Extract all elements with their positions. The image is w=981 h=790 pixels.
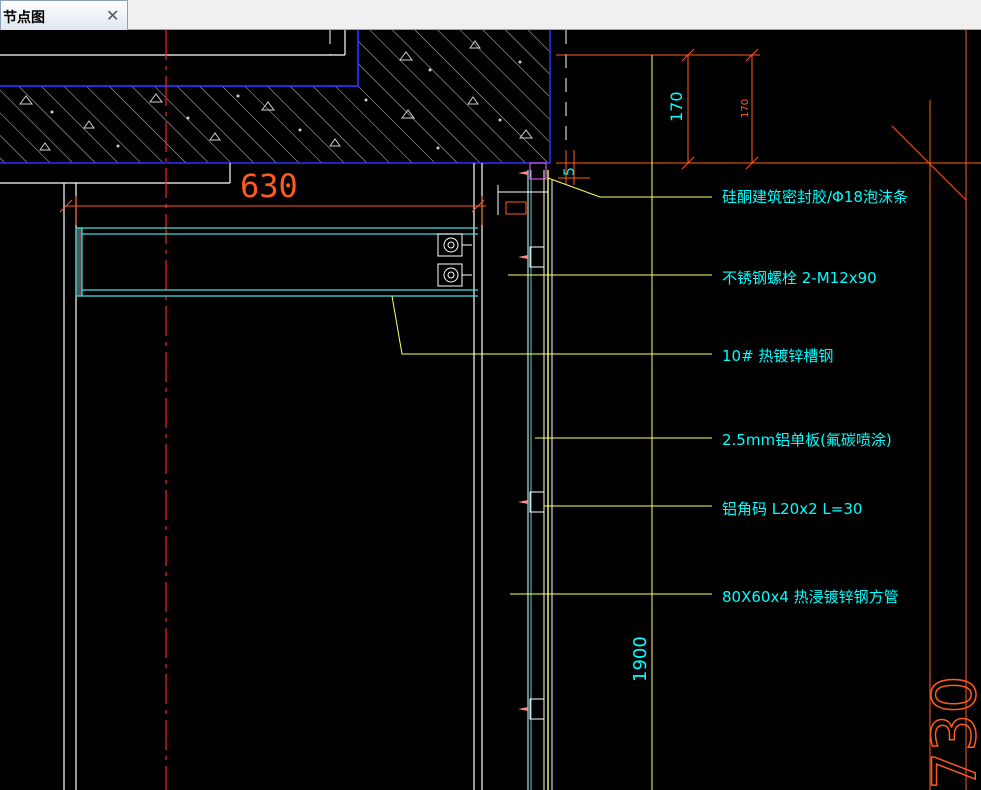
label-bolt: 不锈钢螺栓 2-M12x90 bbox=[722, 269, 877, 287]
label-aluminium-panel: 2.5mm铝单板(氟碳喷涂) bbox=[722, 431, 892, 449]
dimension-lines-right bbox=[556, 30, 981, 790]
screw-icon bbox=[518, 171, 528, 711]
tab-node-drawing[interactable]: 节点图 ✕ bbox=[0, 0, 128, 30]
annotation-labels: 硅酮建筑密封胶/Φ18泡沫条 不锈钢螺栓 2-M12x90 10# 热镀锌槽钢 … bbox=[722, 188, 908, 606]
bolt-icon bbox=[437, 233, 472, 287]
tab-bar: 节点图 ✕ bbox=[0, 0, 981, 30]
concrete-slab bbox=[0, 30, 551, 164]
dimension-1900: 1900 bbox=[630, 636, 651, 682]
label-angle-clip: 铝角码 L20x2 L=30 bbox=[722, 500, 862, 518]
tab-title: 节点图 bbox=[3, 10, 45, 26]
dimension-5: 5 bbox=[562, 167, 578, 176]
close-icon[interactable]: ✕ bbox=[106, 6, 119, 25]
channel-steel bbox=[75, 227, 478, 297]
cad-drawing-canvas[interactable]: 630 170 170 5 1900 730 硅酮建筑密封胶/Φ18泡沫条 不锈… bbox=[0, 30, 981, 790]
dimension-170-a: 170 bbox=[667, 91, 686, 122]
label-channel: 10# 热镀锌槽钢 bbox=[722, 347, 833, 365]
dimension-630-label: 630 bbox=[240, 167, 298, 205]
dimension-730: 730 bbox=[920, 675, 981, 790]
dimension-170-b: 170 bbox=[740, 99, 751, 118]
label-sealant: 硅酮建筑密封胶/Φ18泡沫条 bbox=[722, 188, 908, 206]
label-steel-tube: 80X60x4 热浸镀锌钢方管 bbox=[722, 588, 899, 606]
